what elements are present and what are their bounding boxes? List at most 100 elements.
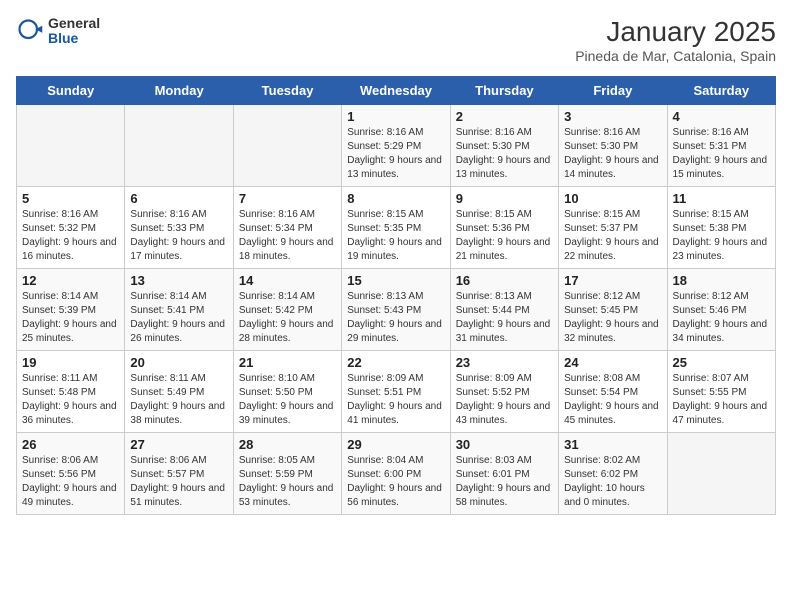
day-number: 13 xyxy=(130,273,227,288)
calendar-subtitle: Pineda de Mar, Catalonia, Spain xyxy=(575,48,776,64)
calendar-cell: 9 Sunrise: 8:15 AM Sunset: 5:36 PM Daylig… xyxy=(450,187,558,269)
weekday-header: Thursday xyxy=(450,77,558,105)
calendar-cell: 10 Sunrise: 8:15 AM Sunset: 5:37 PM Dayli… xyxy=(559,187,667,269)
calendar-cell: 1 Sunrise: 8:16 AM Sunset: 5:29 PM Daylig… xyxy=(342,105,450,187)
calendar-cell: 20 Sunrise: 8:11 AM Sunset: 5:49 PM Dayli… xyxy=(125,351,233,433)
day-info: Sunrise: 8:15 AM Sunset: 5:35 PM Dayligh… xyxy=(347,208,444,264)
logo: General Blue xyxy=(16,16,100,47)
day-number: 28 xyxy=(239,437,336,452)
day-number: 30 xyxy=(456,437,553,452)
calendar-cell: 30 Sunrise: 8:03 AM Sunset: 6:01 PM Dayli… xyxy=(450,433,558,515)
day-number: 15 xyxy=(347,273,444,288)
day-number: 29 xyxy=(347,437,444,452)
day-info: Sunrise: 8:06 AM Sunset: 5:57 PM Dayligh… xyxy=(130,454,227,510)
title-block: January 2025 Pineda de Mar, Catalonia, S… xyxy=(575,16,776,64)
calendar-cell: 13Sunrise: 8:14 AM Sunset: 5:41 PM Dayli… xyxy=(125,269,233,351)
calendar-cell: 14 Sunrise: 8:14 AM Sunset: 5:42 PM Dayli… xyxy=(233,269,341,351)
calendar-cell: 27Sunrise: 8:06 AM Sunset: 5:57 PM Dayli… xyxy=(125,433,233,515)
day-info: Sunrise: 8:16 AM Sunset: 5:32 PM Dayligh… xyxy=(22,208,119,264)
day-number: 18 xyxy=(673,273,770,288)
day-info: Sunrise: 8:09 AM Sunset: 5:52 PM Dayligh… xyxy=(456,372,553,428)
day-number: 1 xyxy=(347,109,444,124)
day-number: 14 xyxy=(239,273,336,288)
calendar-cell: 6 Sunrise: 8:16 AM Sunset: 5:33 PM Daylig… xyxy=(125,187,233,269)
day-number: 20 xyxy=(130,355,227,370)
day-info: Sunrise: 8:09 AM Sunset: 5:51 PM Dayligh… xyxy=(347,372,444,428)
calendar-cell: 8 Sunrise: 8:15 AM Sunset: 5:35 PM Daylig… xyxy=(342,187,450,269)
calendar-cell: 29 Sunrise: 8:04 AM Sunset: 6:00 PM Dayli… xyxy=(342,433,450,515)
day-info: Sunrise: 8:16 AM Sunset: 5:30 PM Dayligh… xyxy=(456,126,553,182)
day-number: 6 xyxy=(130,191,227,206)
day-number: 26 xyxy=(22,437,119,452)
day-number: 2 xyxy=(456,109,553,124)
day-info: Sunrise: 8:10 AM Sunset: 5:50 PM Dayligh… xyxy=(239,372,336,428)
day-number: 5 xyxy=(22,191,119,206)
day-info: Sunrise: 8:07 AM Sunset: 5:55 PM Dayligh… xyxy=(673,372,770,428)
calendar-cell: 2 Sunrise: 8:16 AM Sunset: 5:30 PM Daylig… xyxy=(450,105,558,187)
calendar-cell: 7 Sunrise: 8:16 AM Sunset: 5:34 PM Daylig… xyxy=(233,187,341,269)
calendar-cell: 12 Sunrise: 8:14 AM Sunset: 5:39 PM Dayli… xyxy=(17,269,125,351)
day-info: Sunrise: 8:14 AM Sunset: 5:42 PM Dayligh… xyxy=(239,290,336,346)
calendar-cell: 26 Sunrise: 8:06 AM Sunset: 5:56 PM Dayli… xyxy=(17,433,125,515)
day-info: Sunrise: 8:15 AM Sunset: 5:37 PM Dayligh… xyxy=(564,208,661,264)
day-number: 8 xyxy=(347,191,444,206)
weekday-header: Saturday xyxy=(667,77,775,105)
day-info: Sunrise: 8:05 AM Sunset: 5:59 PM Dayligh… xyxy=(239,454,336,510)
day-number: 16 xyxy=(456,273,553,288)
day-number: 17 xyxy=(564,273,661,288)
calendar-week-row: 12 Sunrise: 8:14 AM Sunset: 5:39 PM Dayli… xyxy=(17,269,776,351)
calendar-cell: 25 Sunrise: 8:07 AM Sunset: 5:55 PM Dayli… xyxy=(667,351,775,433)
calendar-cell: 23 Sunrise: 8:09 AM Sunset: 5:52 PM Dayli… xyxy=(450,351,558,433)
calendar-title: January 2025 xyxy=(575,16,776,48)
day-info: Sunrise: 8:04 AM Sunset: 6:00 PM Dayligh… xyxy=(347,454,444,510)
day-info: Sunrise: 8:13 AM Sunset: 5:44 PM Dayligh… xyxy=(456,290,553,346)
calendar-cell: 19 Sunrise: 8:11 AM Sunset: 5:48 PM Dayli… xyxy=(17,351,125,433)
day-info: Sunrise: 8:16 AM Sunset: 5:33 PM Dayligh… xyxy=(130,208,227,264)
day-info: Sunrise: 8:06 AM Sunset: 5:56 PM Dayligh… xyxy=(22,454,119,510)
calendar-cell: 17Sunrise: 8:12 AM Sunset: 5:45 PM Dayli… xyxy=(559,269,667,351)
weekday-header: Tuesday xyxy=(233,77,341,105)
weekday-header: Sunday xyxy=(17,77,125,105)
calendar-week-row: 26 Sunrise: 8:06 AM Sunset: 5:56 PM Dayli… xyxy=(17,433,776,515)
calendar-cell: 15 Sunrise: 8:13 AM Sunset: 5:43 PM Dayli… xyxy=(342,269,450,351)
calendar-cell: 24Sunrise: 8:08 AM Sunset: 5:54 PM Dayli… xyxy=(559,351,667,433)
page-header: General Blue January 2025 Pineda de Mar,… xyxy=(16,16,776,64)
day-info: Sunrise: 8:16 AM Sunset: 5:29 PM Dayligh… xyxy=(347,126,444,182)
weekday-header: Wednesday xyxy=(342,77,450,105)
day-number: 10 xyxy=(564,191,661,206)
day-number: 24 xyxy=(564,355,661,370)
calendar-cell xyxy=(233,105,341,187)
day-info: Sunrise: 8:13 AM Sunset: 5:43 PM Dayligh… xyxy=(347,290,444,346)
day-number: 4 xyxy=(673,109,770,124)
day-info: Sunrise: 8:16 AM Sunset: 5:31 PM Dayligh… xyxy=(673,126,770,182)
day-number: 23 xyxy=(456,355,553,370)
day-info: Sunrise: 8:14 AM Sunset: 5:39 PM Dayligh… xyxy=(22,290,119,346)
calendar-week-row: 19 Sunrise: 8:11 AM Sunset: 5:48 PM Dayli… xyxy=(17,351,776,433)
calendar-cell: 4 Sunrise: 8:16 AM Sunset: 5:31 PM Daylig… xyxy=(667,105,775,187)
calendar-header: SundayMondayTuesdayWednesdayThursdayFrid… xyxy=(17,77,776,105)
calendar-cell: 11Sunrise: 8:15 AM Sunset: 5:38 PM Dayli… xyxy=(667,187,775,269)
logo-general-text: General xyxy=(48,16,100,31)
day-info: Sunrise: 8:11 AM Sunset: 5:48 PM Dayligh… xyxy=(22,372,119,428)
calendar-cell: 16 Sunrise: 8:13 AM Sunset: 5:44 PM Dayli… xyxy=(450,269,558,351)
day-number: 12 xyxy=(22,273,119,288)
day-number: 7 xyxy=(239,191,336,206)
calendar-cell: 3Sunrise: 8:16 AM Sunset: 5:30 PM Daylig… xyxy=(559,105,667,187)
day-info: Sunrise: 8:16 AM Sunset: 5:34 PM Dayligh… xyxy=(239,208,336,264)
day-info: Sunrise: 8:03 AM Sunset: 6:01 PM Dayligh… xyxy=(456,454,553,510)
calendar-week-row: 1 Sunrise: 8:16 AM Sunset: 5:29 PM Daylig… xyxy=(17,105,776,187)
weekday-header: Friday xyxy=(559,77,667,105)
calendar-cell: 18Sunrise: 8:12 AM Sunset: 5:46 PM Dayli… xyxy=(667,269,775,351)
calendar-cell: 22Sunrise: 8:09 AM Sunset: 5:51 PM Dayli… xyxy=(342,351,450,433)
day-info: Sunrise: 8:11 AM Sunset: 5:49 PM Dayligh… xyxy=(130,372,227,428)
calendar-cell: 21Sunrise: 8:10 AM Sunset: 5:50 PM Dayli… xyxy=(233,351,341,433)
calendar-week-row: 5 Sunrise: 8:16 AM Sunset: 5:32 PM Daylig… xyxy=(17,187,776,269)
calendar-body: 1 Sunrise: 8:16 AM Sunset: 5:29 PM Daylig… xyxy=(17,105,776,515)
calendar-table: SundayMondayTuesdayWednesdayThursdayFrid… xyxy=(16,76,776,515)
weekday-header: Monday xyxy=(125,77,233,105)
day-number: 9 xyxy=(456,191,553,206)
day-number: 31 xyxy=(564,437,661,452)
day-info: Sunrise: 8:15 AM Sunset: 5:36 PM Dayligh… xyxy=(456,208,553,264)
day-number: 19 xyxy=(22,355,119,370)
day-number: 25 xyxy=(673,355,770,370)
